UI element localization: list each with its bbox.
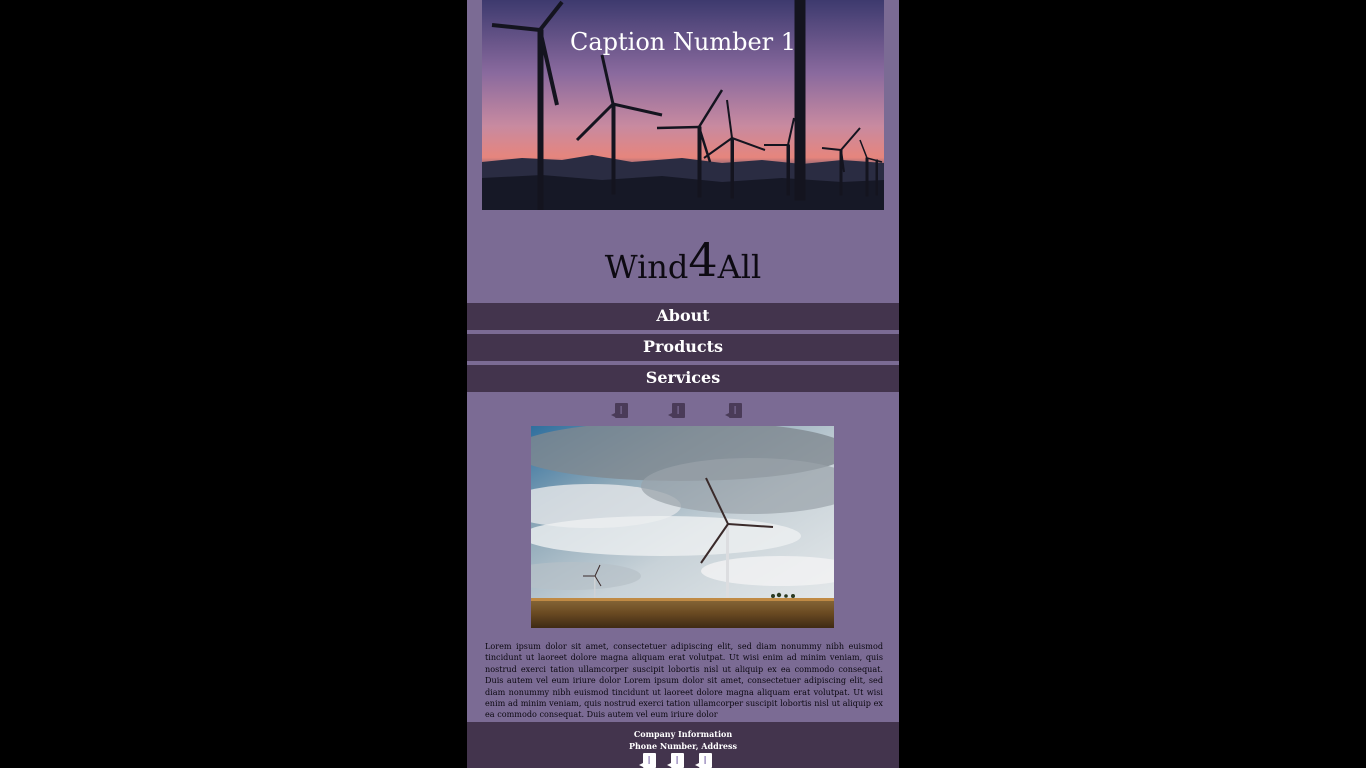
social-icon-1[interactable]	[611, 403, 629, 419]
footer-social-icon-1[interactable]	[639, 753, 657, 768]
site-footer: Company Information Phone Number, Addres…	[467, 722, 899, 768]
footer-social-icon-2[interactable]	[667, 753, 685, 768]
footer-contact: Phone Number, Address	[628, 741, 738, 751]
footer-social-icon-3[interactable]	[695, 753, 713, 768]
nav-item-services[interactable]: Services	[467, 365, 899, 392]
feature-image	[531, 426, 834, 628]
social-icons-top	[467, 403, 899, 419]
logo-text-part2: All	[717, 248, 762, 286]
main-nav: About Products Services	[467, 303, 899, 396]
page-container: Caption Number 1 Wind4All About Products…	[467, 0, 899, 768]
logo-text-part1: Wind	[604, 248, 689, 286]
content-paragraph: Lorem ipsum dolor sit amet, consectetuer…	[485, 641, 883, 720]
hero-banner: Caption Number 1	[482, 0, 884, 210]
nav-item-about[interactable]: About	[467, 303, 899, 330]
hero-caption: Caption Number 1	[569, 28, 797, 56]
nav-item-products[interactable]: Products	[467, 334, 899, 361]
logo-text-number: 4	[688, 233, 718, 287]
footer-company-info: Company Information	[633, 729, 733, 739]
site-logo[interactable]: Wind4All	[467, 236, 899, 291]
social-icon-2[interactable]	[668, 403, 686, 419]
social-icon-3[interactable]	[725, 403, 743, 419]
